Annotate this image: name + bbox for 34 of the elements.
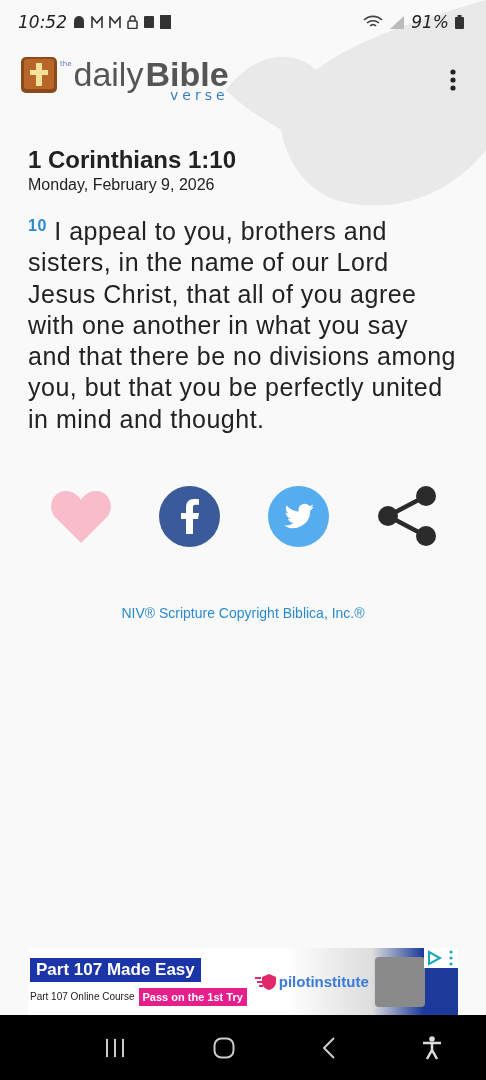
- share-icon: [376, 485, 438, 548]
- ad-brand: pilotinstitute: [278, 973, 369, 990]
- shield-icon: [254, 972, 277, 991]
- verse-reference: 1 Corinthians 1:10: [28, 146, 238, 174]
- ad-banner[interactable]: Part 107 Made Easy Part 107 Online Course Pass on the 1st Try pilotinstitute: [28, 948, 458, 1015]
- verse-date: Monday, February 9, 2026: [28, 176, 216, 194]
- more-vertical-icon: [450, 69, 456, 91]
- facebook-share-button[interactable]: [159, 485, 221, 547]
- verse-text: $^{10}$ I appeal to you, brothers and sisters, in the name of our Lord Jesus Christ, that all of you agree with one another in what you say and that there be no divisions among you, but that you be perfectly united in mind and thought.: [28, 216, 457, 435]
- lock-icon: [127, 15, 138, 29]
- heart-icon: [50, 489, 112, 544]
- battery-icon: [455, 15, 464, 29]
- wifi-icon: [363, 15, 384, 29]
- drone-photo-placeholder: [374, 956, 425, 1007]
- bird-icon: [267, 485, 329, 547]
- accessibility-icon: [422, 1035, 443, 1060]
- facebook-icon: [159, 485, 221, 547]
- home-icon: [213, 1036, 236, 1059]
- logo-text-daily: daily: [73, 56, 144, 92]
- bible-book-icon: [20, 56, 58, 94]
- battery-percent: 91%: [411, 12, 449, 32]
- signal-icon: [389, 15, 406, 29]
- ad-choices-icon[interactable]: [424, 948, 458, 968]
- back-icon: [322, 1036, 335, 1059]
- share-button[interactable]: [376, 485, 438, 548]
- phone-icon: [160, 15, 171, 29]
- copyright-link[interactable]: NIV® Scripture Copyright Biblica, Inc.®: [28, 605, 458, 622]
- ad-badge: Pass on the 1st Try: [138, 987, 247, 1006]
- status-time: 10:52: [18, 12, 67, 32]
- ad-headline: Part 107 Made Easy: [30, 957, 201, 982]
- recent-apps-icon: [103, 1037, 126, 1058]
- mail-icon: [109, 16, 121, 28]
- ad-subline: Part 107 Online Course: [30, 991, 135, 1002]
- mail-icon: [91, 16, 103, 28]
